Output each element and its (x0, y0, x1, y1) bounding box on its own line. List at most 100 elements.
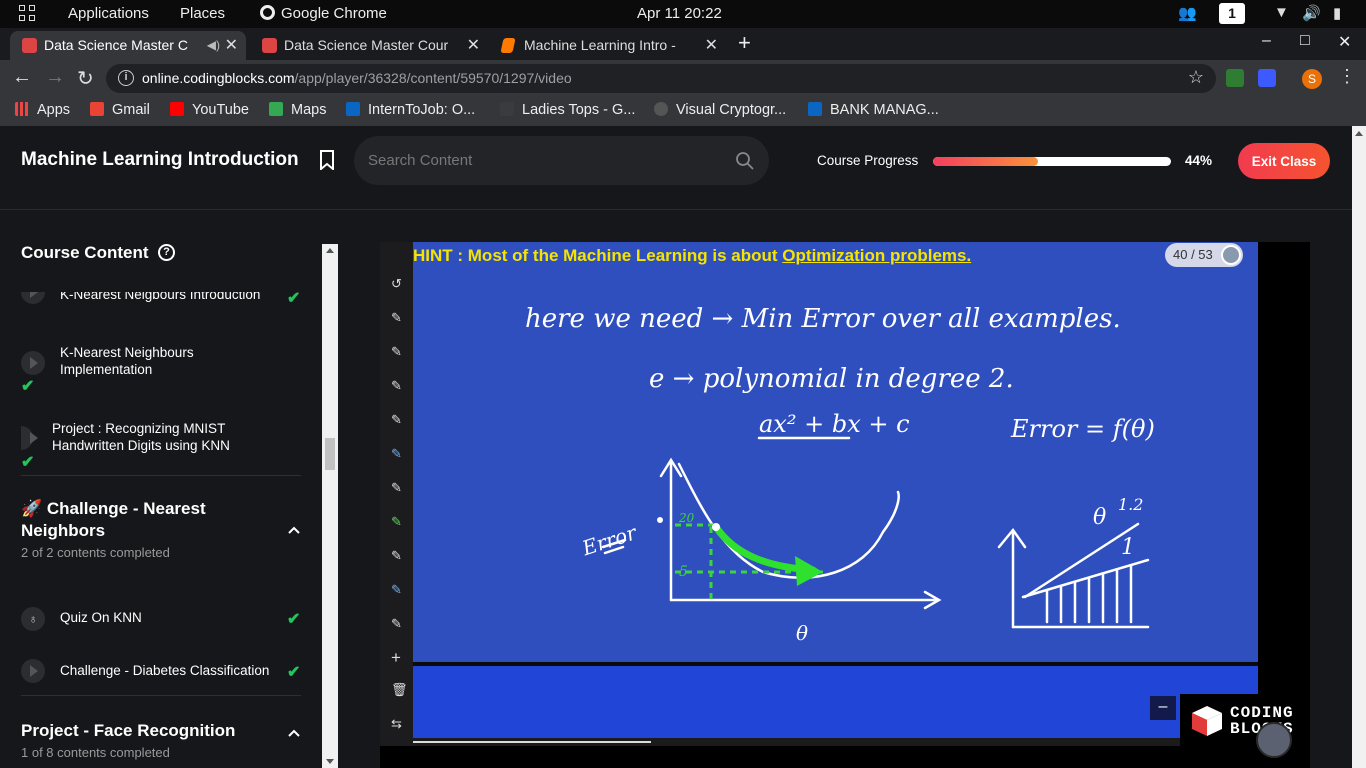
search-input[interactable] (368, 148, 718, 172)
speaker-icon[interactable]: ◀) (207, 31, 220, 60)
completed-check-icon: ✔ (287, 611, 301, 628)
bookmarks-bar: Apps Gmail YouTube Maps InternToJob: O..… (0, 96, 1366, 126)
maximize-window-button[interactable]: □ (1300, 32, 1310, 50)
handwritten-notes: here we need → Min Error over all exampl… (525, 304, 1155, 645)
places-menu[interactable]: Places (180, 5, 225, 22)
video-player[interactable]: HINT : Most of the Machine Learning is a… (380, 242, 1310, 768)
pen-icon[interactable]: ✎ (391, 412, 402, 428)
section-progress: 1 of 8 contents completed (21, 745, 170, 760)
url-path: /app/player/36328/content/59570/1297/vid… (294, 70, 572, 86)
note-line-1: here we need → Min Error over all exampl… (525, 304, 1121, 334)
close-window-button[interactable]: ✕ (1338, 32, 1351, 52)
tab-1[interactable]: Data Science Master C ◀) ✕ (10, 31, 246, 60)
bookmark-apps[interactable]: Apps (15, 102, 70, 118)
clock[interactable]: Apr 11 20:22 (637, 5, 722, 22)
zoom-out-button[interactable]: – (1150, 696, 1176, 720)
scroll-up-arrow-icon[interactable] (326, 248, 334, 253)
course-title: Machine Learning Introduction (21, 149, 299, 170)
activities-grid-icon[interactable] (19, 5, 37, 23)
bookmark-bank-manag[interactable]: BANK MANAG... (808, 102, 939, 118)
scroll-up-arrow-icon[interactable] (1355, 131, 1363, 136)
section-title: 🚀 Challenge - Nearest Neighbors (21, 499, 206, 540)
course-content-title: Course Content (21, 243, 149, 262)
trash-icon[interactable]: 🗑 (391, 682, 408, 698)
close-tab-icon[interactable]: ✕ (467, 31, 480, 60)
help-icon[interactable]: ? (158, 244, 175, 261)
bookmark-interntojob[interactable]: InternToJob: O... (346, 102, 475, 118)
scrollbar-thumb[interactable] (325, 438, 335, 470)
bookmark-star-icon[interactable]: ☆ (1188, 67, 1204, 88)
profile-avatar[interactable]: S (1302, 69, 1322, 89)
forward-button[interactable]: → (45, 66, 65, 89)
chrome-app-menu[interactable]: Google Chrome (260, 5, 387, 22)
pen-icon[interactable]: ✎ (391, 344, 402, 360)
pen-icon[interactable]: ✎ (391, 310, 402, 326)
pen-icon[interactable]: ✎ (391, 514, 402, 530)
course-progress-bar (933, 157, 1171, 166)
tab-3[interactable]: Machine Learning Intro - ✕ (490, 31, 726, 60)
volume-icon[interactable]: 🔊 (1302, 4, 1321, 22)
linkedin-icon (808, 102, 822, 116)
minimize-window-button[interactable]: – (1262, 32, 1271, 50)
scroll-down-arrow-icon[interactable] (326, 759, 334, 764)
bookmark-gmail[interactable]: Gmail (90, 102, 150, 118)
pen-icon[interactable]: ✎ (391, 378, 402, 394)
search-icon[interactable] (735, 151, 755, 171)
add-icon[interactable]: + (391, 648, 401, 668)
pen-icon[interactable]: ✎ (391, 548, 402, 564)
github-icon (654, 102, 668, 116)
completed-check-icon: ✔ (21, 454, 35, 471)
pen-icon[interactable]: ✎ (391, 446, 402, 462)
bookmark-label: InternToJob: O... (368, 102, 476, 118)
play-icon (21, 659, 45, 683)
browser-tab-strip: Data Science Master C ◀) ✕ Data Science … (0, 28, 1366, 60)
people-icon[interactable]: 👥 (1178, 4, 1197, 22)
pen-icon[interactable]: ✎ (391, 616, 402, 632)
pen-icon[interactable]: ✎ (391, 582, 402, 598)
swap-icon[interactable]: ⇆ (391, 716, 402, 732)
battery-icon[interactable]: ▮ (1333, 4, 1341, 22)
video-seek-bar[interactable] (413, 738, 1258, 746)
reload-button[interactable]: ↻ (77, 66, 94, 91)
close-tab-icon[interactable]: ✕ (225, 31, 238, 60)
bookmark-icon[interactable] (319, 150, 335, 170)
address-bar[interactable]: i online.codingblocks.com/app/player/363… (106, 64, 1216, 93)
applications-menu[interactable]: Applications (68, 5, 149, 22)
instructor-avatar (1256, 722, 1292, 758)
exit-class-button[interactable]: Exit Class (1238, 143, 1330, 179)
apps-grid-icon (15, 102, 29, 116)
course-player-page: Machine Learning Introduction Course Pro… (0, 126, 1352, 768)
extension-icon[interactable] (1258, 69, 1276, 87)
site-info-icon[interactable]: i (118, 70, 134, 86)
system-top-bar: Applications Places Google Chrome Apr 11… (0, 0, 1366, 28)
close-tab-icon[interactable]: ✕ (705, 31, 718, 60)
undo-icon[interactable]: ↺ (391, 276, 402, 292)
workspace-indicator[interactable]: 1 (1219, 3, 1245, 24)
extension-icon[interactable] (1226, 69, 1244, 87)
completed-check-icon: ✔ (21, 378, 35, 395)
bookmark-visual-cryptography[interactable]: Visual Cryptogr... (654, 102, 786, 118)
tab-2[interactable]: Data Science Master Cour ✕ (250, 31, 488, 60)
chevron-up-icon[interactable] (288, 727, 300, 739)
video-frame[interactable]: HINT : Most of the Machine Learning is a… (380, 242, 1308, 758)
wifi-icon[interactable]: ▼ (1274, 4, 1289, 21)
bookmark-youtube[interactable]: YouTube (170, 102, 249, 118)
annotation-toolbar: ↺ ✎ ✎ ✎ ✎ ✎ ✎ ✎ ✎ ✎ ✎ + 🗑 ⇆ (380, 242, 413, 746)
play-icon (21, 351, 45, 375)
bookmark-ladies-tops[interactable]: Ladies Tops - G... (500, 102, 635, 118)
new-tab-button[interactable]: + (738, 30, 751, 56)
bookmark-maps[interactable]: Maps (269, 102, 326, 118)
bookmark-label: YouTube (192, 102, 249, 118)
maps-icon (269, 102, 283, 116)
url-text[interactable]: online.codingblocks.com/app/player/36328… (142, 70, 572, 86)
back-button[interactable]: ← (12, 66, 32, 89)
note-value-1: 1 (1121, 535, 1135, 560)
tab-title: Machine Learning Intro - (524, 37, 676, 53)
pen-icon[interactable]: ✎ (391, 480, 402, 496)
page-scrollbar[interactable] (1352, 126, 1366, 768)
chrome-menu-icon[interactable]: ⋮ (1338, 66, 1356, 87)
sidebar-scrollbar[interactable] (322, 244, 338, 768)
page-icon (500, 102, 514, 116)
note-axis-error: Error (578, 520, 640, 561)
chevron-up-icon[interactable] (288, 524, 300, 536)
